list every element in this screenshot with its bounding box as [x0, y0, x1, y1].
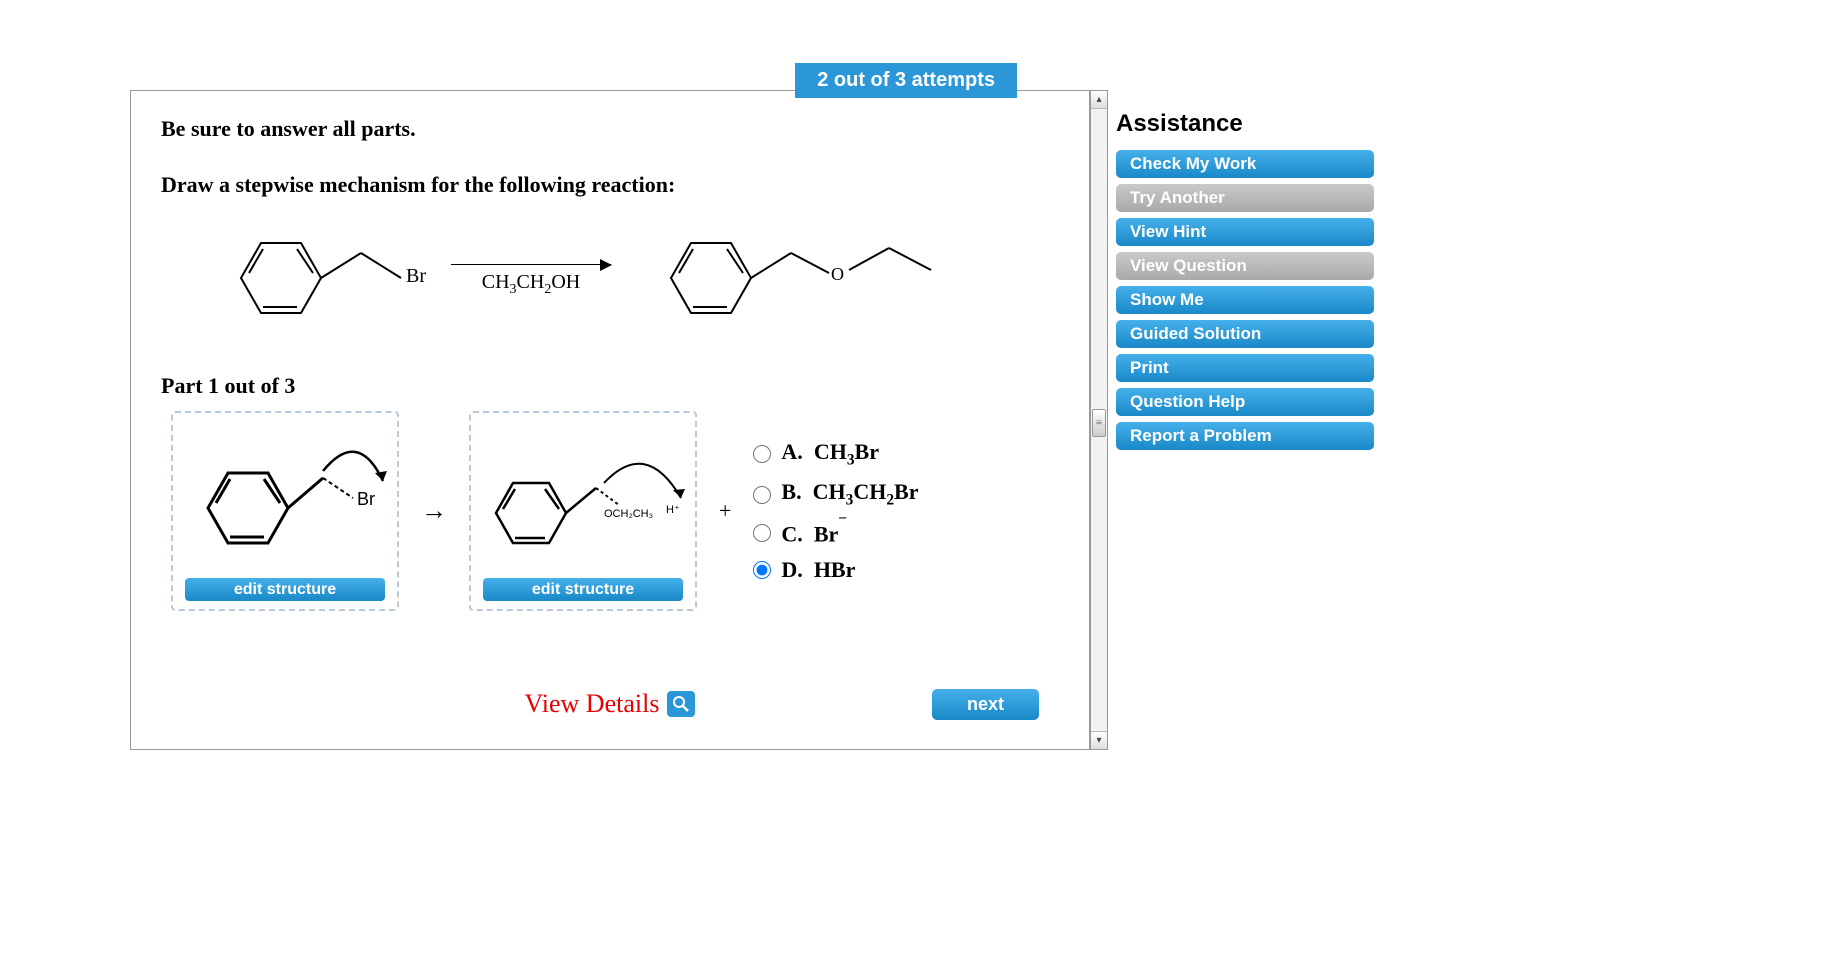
answer-choices: A. CH3Br B. CH3CH2Br C. Br− D. HBr — [753, 439, 918, 583]
question-panel: 2 out of 3 attempts Be sure to answer al… — [130, 90, 1090, 750]
structure-box-2[interactable]: OCH₂CH₃ H⁺ edit structure — [469, 411, 697, 611]
reaction-scheme: Br CH3CH2OH O — [201, 218, 1059, 343]
attempts-badge: 2 out of 3 attempts — [795, 63, 1017, 98]
choice-a-radio[interactable] — [753, 445, 771, 463]
svg-text:Br: Br — [357, 489, 375, 509]
assist-show-me-button[interactable]: Show Me — [1116, 286, 1374, 314]
choice-d[interactable]: D. HBr — [753, 557, 918, 583]
mechanism-arrow: → — [417, 496, 451, 526]
question-prompt: Draw a stepwise mechanism for the follow… — [161, 172, 1059, 198]
svg-text:H⁺: H⁺ — [666, 504, 680, 516]
scroll-thumb[interactable]: ≡ — [1092, 409, 1106, 437]
view-details-label: View Details — [525, 689, 660, 719]
part-label: Part 1 out of 3 — [161, 373, 1059, 399]
assist-view-question-button: View Question — [1116, 252, 1374, 280]
svg-text:O: O — [831, 264, 844, 284]
assistance-title: Assistance — [1116, 110, 1396, 138]
assist-guided-solution-button[interactable]: Guided Solution — [1116, 320, 1374, 348]
scroll-down-button[interactable]: ▾ — [1091, 731, 1107, 749]
choice-b-radio[interactable] — [753, 486, 771, 504]
choice-b-text: B. CH3CH2Br — [781, 479, 918, 509]
magnifier-icon — [667, 691, 695, 717]
reagent-label: CH3CH2OH — [482, 271, 580, 298]
assist-print-button[interactable]: Print — [1116, 354, 1374, 382]
reactant-structure: Br — [201, 218, 421, 343]
assist-question-help-button[interactable]: Question Help — [1116, 388, 1374, 416]
scroll-track[interactable]: ≡ — [1091, 109, 1107, 731]
structure-box-1[interactable]: Br edit structure — [171, 411, 399, 611]
choice-b[interactable]: B. CH3CH2Br — [753, 479, 918, 509]
choice-a-text: A. CH3Br — [781, 439, 879, 469]
assistance-panel: Assistance Check My Work Try Another View … — [1116, 90, 1396, 750]
plus-sign: + — [719, 498, 731, 524]
instruction-text: Be sure to answer all parts. — [161, 116, 1059, 142]
edit-structure-2-button[interactable]: edit structure — [483, 578, 683, 601]
svg-text:OCH₂CH₃: OCH₂CH₃ — [604, 508, 653, 520]
scrollbar[interactable]: ▴ ≡ ▾ — [1090, 90, 1108, 750]
choice-d-radio[interactable] — [753, 561, 771, 579]
view-details-link[interactable]: View Details — [525, 689, 696, 719]
reactant-br-label: Br — [406, 265, 426, 288]
choice-c[interactable]: C. Br− — [753, 520, 918, 547]
choice-d-text: D. HBr — [781, 557, 855, 583]
choice-a[interactable]: A. CH3Br — [753, 439, 918, 469]
mechanism-row: Br edit structure → — [171, 411, 1059, 611]
assist-try-another-button: Try Another — [1116, 184, 1374, 212]
edit-structure-1-button[interactable]: edit structure — [185, 578, 385, 601]
scroll-up-button[interactable]: ▴ — [1091, 91, 1107, 109]
choice-c-text: C. Br− — [781, 520, 847, 547]
assist-check-my-work-button[interactable]: Check My Work — [1116, 150, 1374, 178]
next-button[interactable]: next — [932, 689, 1039, 720]
assist-report-a-problem-button[interactable]: Report a Problem — [1116, 422, 1374, 450]
reaction-arrow: CH3CH2OH — [451, 264, 611, 298]
assist-view-hint-button[interactable]: View Hint — [1116, 218, 1374, 246]
product-structure: O — [641, 218, 941, 343]
choice-c-radio[interactable] — [753, 524, 771, 542]
